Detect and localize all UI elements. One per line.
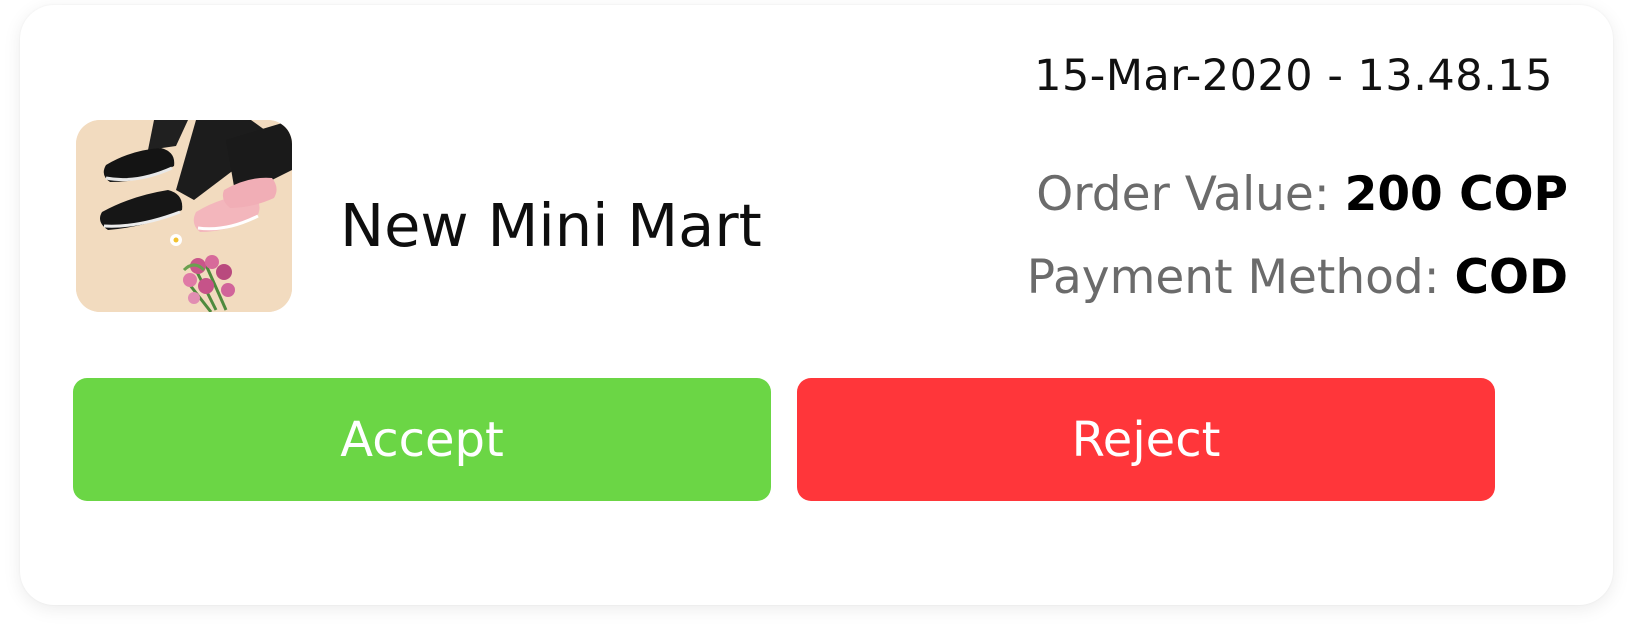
order-timestamp: 15-Mar-2020 - 13.48.15	[1034, 51, 1553, 101]
order-card: 15-Mar-2020 - 13.48.15 New Mini Mart Ord…	[20, 5, 1613, 605]
accept-button[interactable]: Accept	[73, 378, 771, 501]
payment-method-row: Payment Method: COD	[1027, 250, 1568, 305]
reject-button[interactable]: Reject	[797, 378, 1495, 501]
order-value-row: Order Value: 200 COP	[1036, 167, 1568, 222]
order-value: 200 COP	[1344, 167, 1568, 222]
payment-method-label: Payment Method:	[1026, 250, 1440, 305]
store-name: New Mini Mart	[340, 191, 762, 260]
order-value-label: Order Value:	[1036, 167, 1330, 222]
payment-method: COD	[1454, 250, 1568, 305]
product-thumbnail	[76, 120, 292, 312]
